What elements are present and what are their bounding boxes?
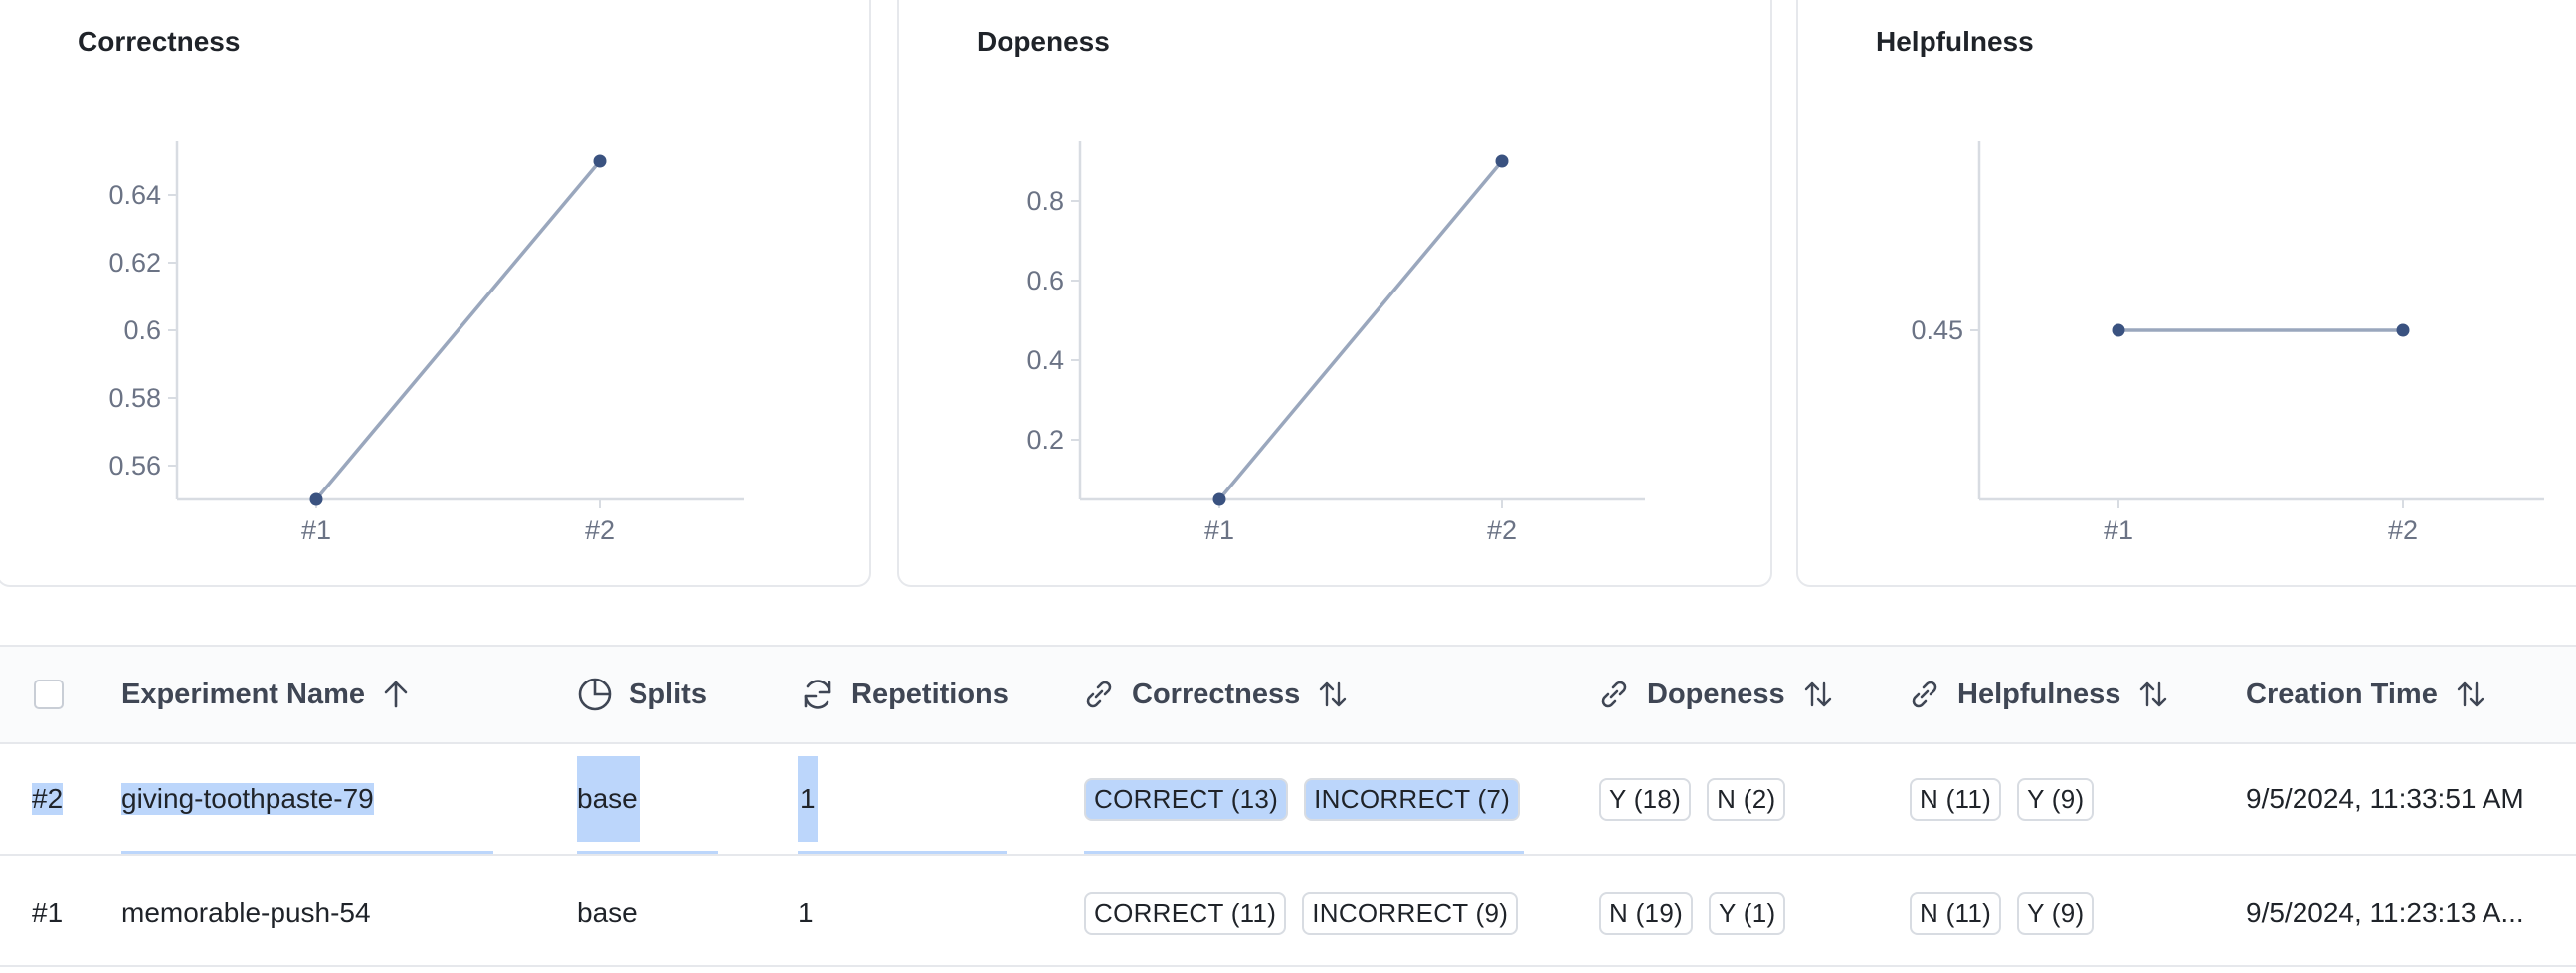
correctness-pill-correct: CORRECT (13) — [1084, 777, 1289, 821]
header-helpfulness[interactable]: Helpfulness — [1908, 647, 2168, 742]
selection-underline — [1084, 851, 1524, 854]
header-label: Splits — [629, 678, 707, 710]
y-tick-label: 0.2 — [1026, 425, 1064, 455]
header-label: Repetitions — [851, 678, 1009, 710]
correctness-values: CORRECT (11) INCORRECT (9) — [1084, 858, 1534, 965]
helpfulness-pill-y: Y (9) — [2017, 777, 2095, 821]
select-all-checkbox[interactable] — [34, 680, 64, 709]
row-id: #1 — [32, 897, 64, 928]
dopeness-pill-n: N (2) — [1707, 777, 1786, 821]
selection-underline — [798, 851, 1007, 854]
header-splits[interactable]: Splits — [577, 647, 707, 742]
header-correctness[interactable]: Correctness — [1082, 647, 1348, 742]
y-tick-label: 0.45 — [1911, 315, 1963, 345]
y-tick-label: 0.56 — [108, 451, 161, 481]
repetitions-value: 1 — [798, 744, 818, 854]
table-row[interactable]: #2 giving-toothpaste-79 base 1 CORRECT (… — [0, 744, 2576, 856]
table-header: Experiment Name Splits Repetitions Corre… — [0, 647, 2576, 744]
chart-dopeness: 0.2 0.4 0.6 0.8 #1 #2 — [1026, 141, 1645, 545]
creation-time: 9/5/2024, 11:23:13 A... — [2246, 897, 2524, 928]
splits-value: base — [577, 897, 638, 928]
helpfulness-pill-n: N (11) — [1910, 891, 2002, 935]
y-tick-label: 0.6 — [123, 315, 161, 345]
header-label: Dopeness — [1647, 678, 1785, 710]
x-tick-label: #2 — [2388, 515, 2418, 545]
data-point — [1495, 154, 1509, 168]
dopeness-pill-y: Y (1) — [1709, 891, 1786, 935]
x-tick-label: #1 — [1204, 515, 1234, 545]
select-all-cell — [34, 647, 64, 742]
header-creation-time[interactable]: Creation Time — [2246, 647, 2485, 742]
data-point — [2112, 323, 2125, 337]
sort-icon[interactable] — [1803, 680, 1833, 709]
table-row[interactable]: #1 memorable-push-54 base 1 CORRECT (11)… — [0, 858, 2576, 965]
header-label: Experiment Name — [121, 678, 365, 710]
experiment-name-link[interactable]: memorable-push-54 — [121, 858, 371, 965]
data-point — [2396, 323, 2410, 337]
dopeness-pill-n: N (19) — [1599, 891, 1694, 935]
header-dopeness[interactable]: Dopeness — [1597, 647, 1833, 742]
y-tick-label: 0.8 — [1026, 186, 1064, 216]
series-line — [314, 159, 602, 501]
data-point — [309, 492, 323, 506]
experiment-name-link[interactable]: giving-toothpaste-79 — [121, 744, 374, 854]
row-id: #2 — [32, 783, 64, 815]
chart-card-dopeness: Dopeness 0.2 0.4 0.6 0.8 #1 #2 — [897, 0, 1772, 587]
repetitions-value: 1 — [798, 897, 814, 928]
link-icon — [1908, 678, 1941, 711]
y-tick-label: 0.58 — [108, 383, 161, 413]
creation-time: 9/5/2024, 11:33:51 AM — [2246, 783, 2524, 814]
series-line — [1217, 159, 1504, 501]
correctness-values: CORRECT (13) INCORRECT (7) — [1084, 744, 1536, 854]
experiments-table: Experiment Name Splits Repetitions Corre… — [0, 645, 2576, 967]
correctness-pill-incorrect: INCORRECT (7) — [1304, 777, 1521, 821]
selection-underline — [121, 851, 493, 854]
data-point — [1212, 492, 1226, 506]
chart-helpfulness: 0.45 #1 #2 — [1911, 141, 2544, 545]
dopeness-values: N (19) Y (1) — [1599, 858, 1801, 965]
link-icon — [1082, 678, 1116, 711]
x-tick-label: #1 — [2104, 515, 2133, 545]
header-label: Correctness — [1132, 678, 1301, 710]
helpfulness-values: N (11) Y (9) — [1910, 744, 2110, 854]
helpfulness-values: N (11) Y (9) — [1910, 858, 2110, 965]
helpfulness-pill-y: Y (9) — [2017, 891, 2095, 935]
header-label: Helpfulness — [1957, 678, 2121, 710]
correctness-pill-correct: CORRECT (11) — [1084, 891, 1287, 935]
header-repetitions[interactable]: Repetitions — [800, 647, 1009, 742]
x-tick-label: #1 — [301, 515, 331, 545]
chart-card-helpfulness: Helpfulness 0.45 #1 #2 — [1796, 0, 2576, 587]
header-label: Creation Time — [2246, 678, 2438, 710]
link-icon — [1597, 678, 1631, 711]
sort-icon[interactable] — [2138, 680, 2168, 709]
dopeness-pill-y: Y (18) — [1599, 777, 1692, 821]
splits-value: base — [577, 744, 640, 854]
data-point — [593, 154, 607, 168]
y-tick-label: 0.64 — [108, 180, 161, 210]
selection-underline — [577, 851, 718, 854]
helpfulness-pill-n: N (11) — [1910, 777, 2002, 821]
sort-icon[interactable] — [1318, 680, 1348, 709]
y-tick-label: 0.4 — [1026, 345, 1064, 375]
correctness-pill-incorrect: INCORRECT (9) — [1302, 891, 1519, 935]
x-tick-label: #2 — [585, 515, 615, 545]
arrow-up-icon[interactable] — [383, 680, 409, 709]
y-tick-label: 0.6 — [1026, 266, 1064, 295]
chart-correctness: 0.56 0.58 0.6 0.62 0.64 #1 #2 — [108, 141, 744, 545]
x-tick-label: #2 — [1487, 515, 1517, 545]
y-tick-label: 0.62 — [108, 248, 161, 278]
header-experiment-name[interactable]: Experiment Name — [121, 647, 409, 742]
dopeness-values: Y (18) N (2) — [1599, 744, 1801, 854]
chart-card-correctness: Correctness 0.56 0.58 0.6 0.62 0.64 #1 #2 — [0, 0, 871, 587]
refresh-icon — [800, 677, 835, 712]
pie-chart-icon — [577, 677, 613, 712]
sort-icon[interactable] — [2456, 680, 2485, 709]
